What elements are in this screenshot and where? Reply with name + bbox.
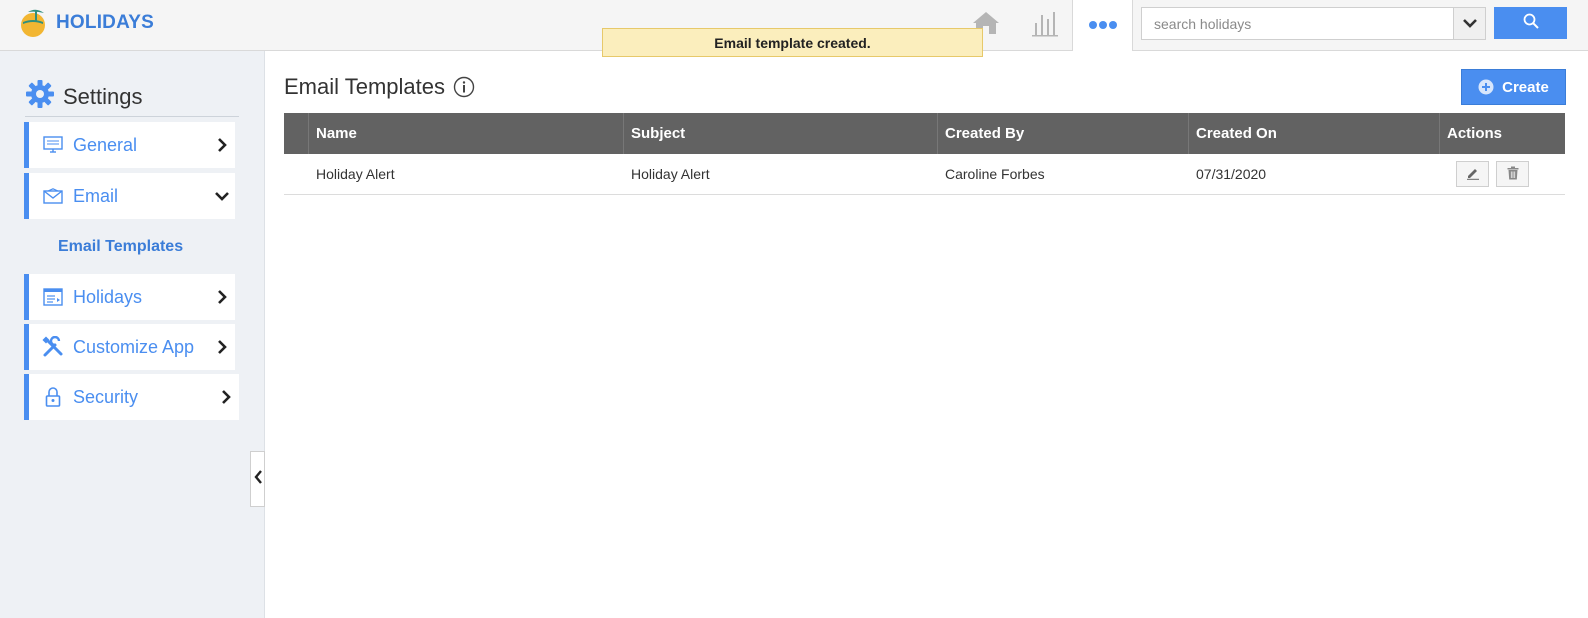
plus-circle-icon <box>1478 79 1494 95</box>
search-icon <box>1523 13 1539 34</box>
sidebar-item-label: General <box>73 134 138 155</box>
row-subject: Holiday Alert <box>631 166 710 182</box>
row-created-on: 07/31/2020 <box>1196 166 1267 182</box>
more-button[interactable] <box>1072 0 1133 51</box>
row-created-by: Caroline Forbes <box>945 166 1045 182</box>
header-cell-name[interactable]: Name <box>309 113 624 154</box>
success-toast: Email template created. <box>602 28 983 57</box>
page-title: Email Templates <box>284 74 445 99</box>
table-row[interactable]: Holiday Alert Holiday Alert Caroline For… <box>284 154 1565 195</box>
delete-button[interactable] <box>1496 161 1529 187</box>
email-templates-table: Name Subject Created By Created On Actio… <box>284 113 1565 195</box>
more-dots-icon <box>1088 17 1118 35</box>
chevron-left-icon <box>253 469 262 489</box>
info-icon[interactable] <box>453 76 475 98</box>
bar-chart-icon <box>1030 9 1060 42</box>
envelope-icon <box>29 188 73 204</box>
calendar-list-icon <box>29 288 73 306</box>
chevron-right-icon <box>209 137 235 153</box>
header-cell-subject[interactable]: Subject <box>624 113 938 154</box>
search-input[interactable] <box>1142 8 1453 39</box>
sidebar-item-security[interactable]: Security <box>24 374 239 420</box>
sidebar-item-general[interactable]: General <box>24 122 235 168</box>
page-title-wrap: Email Templates <box>284 74 475 100</box>
chevron-right-icon <box>213 389 239 405</box>
sidebar-subitem-email-templates[interactable]: Email Templates <box>58 238 183 256</box>
sidebar-item-label: Holidays <box>73 286 143 307</box>
app-brand[interactable]: HOLIDAYS <box>18 7 154 39</box>
gear-icon <box>25 79 55 114</box>
reports-button[interactable] <box>1025 0 1065 50</box>
settings-sidebar: Settings General Email Email Templates H… <box>0 51 265 618</box>
trash-icon <box>1507 166 1519 183</box>
tools-icon <box>29 336 73 358</box>
sidebar-item-label: Security <box>73 386 139 407</box>
header-cell-select <box>284 113 309 154</box>
edit-button[interactable] <box>1456 161 1489 187</box>
chevron-right-icon <box>209 339 235 355</box>
settings-title: Settings <box>63 83 143 109</box>
sidebar-item-label: Email <box>73 185 119 206</box>
row-actions <box>1440 154 1565 194</box>
sidebar-item-holidays[interactable]: Holidays <box>24 274 235 320</box>
search-dropdown-button[interactable] <box>1453 8 1485 39</box>
search-button[interactable] <box>1494 7 1567 39</box>
beach-logo-icon <box>18 8 48 38</box>
sidebar-item-email[interactable]: Email <box>24 173 235 219</box>
monitor-icon <box>29 136 73 154</box>
create-button-label: Create <box>1502 78 1549 96</box>
row-name: Holiday Alert <box>316 166 395 182</box>
chevron-down-icon <box>209 191 235 201</box>
create-button[interactable]: Create <box>1461 69 1566 105</box>
app-name: HOLIDAYS <box>56 12 155 33</box>
chevron-down-icon <box>1462 15 1477 33</box>
header-cell-actions: Actions <box>1447 125 1503 142</box>
table-header: Name Subject Created By Created On Actio… <box>284 113 1565 154</box>
lock-icon <box>29 387 73 407</box>
sidebar-item-customize-app[interactable]: Customize App <box>24 324 235 370</box>
header-cell-created-by[interactable]: Created By <box>938 113 1189 154</box>
chevron-right-icon <box>209 289 235 305</box>
sidebar-item-label: Customize App <box>73 336 195 357</box>
collapse-sidebar-button[interactable] <box>250 451 265 507</box>
search-box <box>1141 7 1486 40</box>
pencil-icon <box>1466 166 1480 183</box>
settings-header: Settings <box>25 77 239 117</box>
header-cell-created-on[interactable]: Created On <box>1189 113 1440 154</box>
row-select-cell <box>284 154 309 194</box>
